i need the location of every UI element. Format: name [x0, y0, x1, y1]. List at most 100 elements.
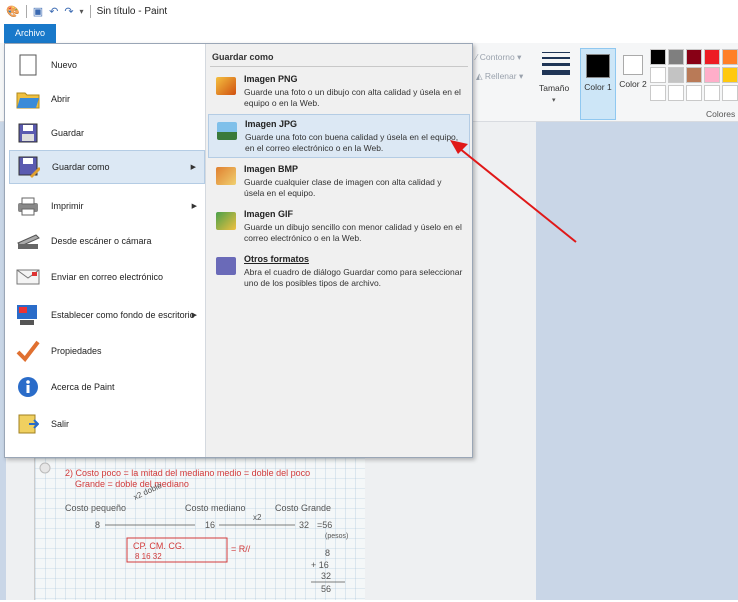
- note-sum2: + 16: [311, 560, 329, 570]
- palette-swatch[interactable]: [722, 67, 738, 83]
- save-as-jpg-option[interactable]: Imagen JPG Guarde una foto con buena cal…: [208, 114, 470, 158]
- save-as-bmp-option[interactable]: Imagen BMP Guarde cualquier clase de ima…: [208, 160, 470, 204]
- menu-item-abrir[interactable]: Abrir: [9, 82, 205, 116]
- chevron-down-icon[interactable]: ▾: [552, 96, 556, 104]
- note-x2: x2: [253, 513, 262, 522]
- color2-swatch: [623, 55, 643, 75]
- menu-item-correo[interactable]: Enviar en correo electrónico: [9, 260, 205, 294]
- option-name: Imagen PNG: [244, 74, 298, 84]
- ribbon-tab-strip: Archivo: [0, 24, 738, 43]
- note-v3: 32: [299, 520, 309, 530]
- menu-item-label: Salir: [51, 419, 70, 429]
- color1-label: Color 1: [584, 82, 612, 92]
- menu-item-guardar[interactable]: Guardar: [9, 116, 205, 150]
- menu-item-propiedades[interactable]: Propiedades: [9, 334, 205, 368]
- pasted-image: 2) Costo poco = la mitad del mediano med…: [34, 458, 365, 600]
- palette-swatch[interactable]: [704, 85, 720, 101]
- option-description: Guarde una foto o un dibujo con alta cal…: [244, 87, 461, 108]
- save-as-gif-option[interactable]: Imagen GIF Guarde un dibujo sencillo con…: [208, 205, 470, 249]
- save-as-icon: [16, 154, 42, 180]
- png-image-icon: [216, 77, 236, 95]
- size-label[interactable]: Tamaño: [539, 83, 569, 93]
- undo-icon[interactable]: ↶: [49, 5, 58, 18]
- divider: [210, 66, 468, 67]
- menu-item-guardar-como[interactable]: Guardar como ▶: [9, 150, 205, 184]
- menu-item-label: Establecer como fondo de escritorio: [51, 310, 195, 320]
- note-boxv: 8 16 32: [135, 552, 162, 561]
- divider: [25, 4, 27, 18]
- size-lines-icon[interactable]: [542, 52, 570, 78]
- note-line1: 2) Costo poco = la mitad del mediano med…: [65, 468, 310, 478]
- menu-item-nuevo[interactable]: Nuevo: [9, 48, 205, 82]
- customize-chevron-icon[interactable]: ▾: [80, 7, 84, 16]
- note-col2: Costo mediano: [185, 503, 246, 513]
- desktop-background-icon: [15, 302, 41, 328]
- note-pesos: (pesos): [325, 533, 348, 540]
- tab-archivo[interactable]: Archivo: [4, 24, 56, 43]
- fill-button[interactable]: ◭ Rellenar ▾: [476, 71, 523, 82]
- palette-swatch[interactable]: [722, 85, 738, 101]
- palette-swatch[interactable]: [650, 67, 666, 83]
- note-sum3: 32: [321, 571, 331, 581]
- paint-app-icon: 🎨: [6, 5, 20, 18]
- note-v1: 8: [95, 520, 100, 530]
- note-v2: 16: [205, 520, 215, 530]
- palette-swatch[interactable]: [686, 67, 702, 83]
- save-disk-icon: [15, 120, 41, 146]
- printer-icon: [15, 193, 41, 219]
- colors-group-label: Colores: [706, 109, 736, 119]
- menu-item-acerca[interactable]: Acerca de Paint: [9, 370, 205, 404]
- palette-swatch[interactable]: [668, 49, 684, 65]
- outline-button[interactable]: ⁄ Contorno ▾: [476, 52, 521, 63]
- option-description: Guarde un dibujo sencillo con menor cali…: [244, 222, 462, 243]
- note-r: = R//: [231, 544, 251, 554]
- other-formats-icon: [216, 257, 236, 275]
- note-sum4: 56: [321, 584, 331, 594]
- save-as-other-formats-option[interactable]: Otros formatos Abra el cuadro de diálogo…: [208, 250, 470, 294]
- palette-swatch[interactable]: [686, 85, 702, 101]
- color-palette: [650, 49, 738, 101]
- palette-swatch[interactable]: [668, 67, 684, 83]
- menu-item-fondo[interactable]: Establecer como fondo de escritorio ▶: [9, 298, 205, 332]
- save-as-submenu: Guardar como Imagen PNG Guarde una foto …: [206, 44, 472, 457]
- menu-item-escaner[interactable]: Desde escáner o cámara: [9, 224, 205, 258]
- palette-swatch[interactable]: [668, 85, 684, 101]
- palette-swatch[interactable]: [650, 85, 666, 101]
- save-as-png-option[interactable]: Imagen PNG Guarde una foto o un dibujo c…: [208, 70, 470, 114]
- redo-icon[interactable]: ↷: [64, 5, 73, 18]
- menu-item-label: Abrir: [51, 94, 71, 104]
- color1-swatch: [586, 54, 610, 78]
- email-icon: [15, 264, 41, 290]
- color2-label: Color 2: [619, 79, 647, 89]
- chevron-down-icon: ▾: [517, 52, 522, 62]
- fill-bucket-icon: ◭: [476, 71, 483, 81]
- quick-access-toolbar: 🎨 ▣ ↶ ↷ ▾: [6, 4, 91, 18]
- menu-item-label: Nuevo: [51, 60, 78, 70]
- info-icon: [15, 374, 41, 400]
- menu-item-label: Propiedades: [51, 346, 102, 356]
- option-name: Imagen BMP: [244, 164, 299, 174]
- note-col3: Costo Grande: [275, 503, 331, 513]
- palette-swatch[interactable]: [686, 49, 702, 65]
- menu-item-imprimir[interactable]: Imprimir ▶: [9, 189, 205, 223]
- palette-swatch[interactable]: [650, 49, 666, 65]
- color2-button[interactable]: Color 2: [618, 48, 648, 120]
- option-name: Imagen GIF: [244, 209, 294, 219]
- menu-item-label: Desde escáner o cámara: [51, 236, 152, 246]
- chevron-right-icon: ▶: [191, 312, 197, 319]
- palette-swatch[interactable]: [704, 49, 720, 65]
- palette-swatch[interactable]: [722, 49, 738, 65]
- scanner-icon: [15, 228, 41, 254]
- bmp-image-icon: [216, 167, 236, 185]
- option-description: Guarde cualquier clase de imagen con alt…: [244, 177, 442, 198]
- menu-item-salir[interactable]: Salir: [9, 407, 205, 441]
- submenu-heading: Guardar como: [212, 52, 274, 62]
- option-description: Guarde una foto con buena calidad y úsel…: [245, 132, 459, 153]
- notebook-photo: 2) Costo poco = la mitad del mediano med…: [35, 458, 365, 600]
- save-icon[interactable]: ▣: [33, 5, 43, 18]
- note-eq: =56: [317, 520, 332, 530]
- color1-button[interactable]: Color 1: [580, 48, 616, 120]
- menu-item-label: Imprimir: [51, 201, 84, 211]
- jpg-image-icon: [217, 122, 237, 140]
- palette-swatch[interactable]: [704, 67, 720, 83]
